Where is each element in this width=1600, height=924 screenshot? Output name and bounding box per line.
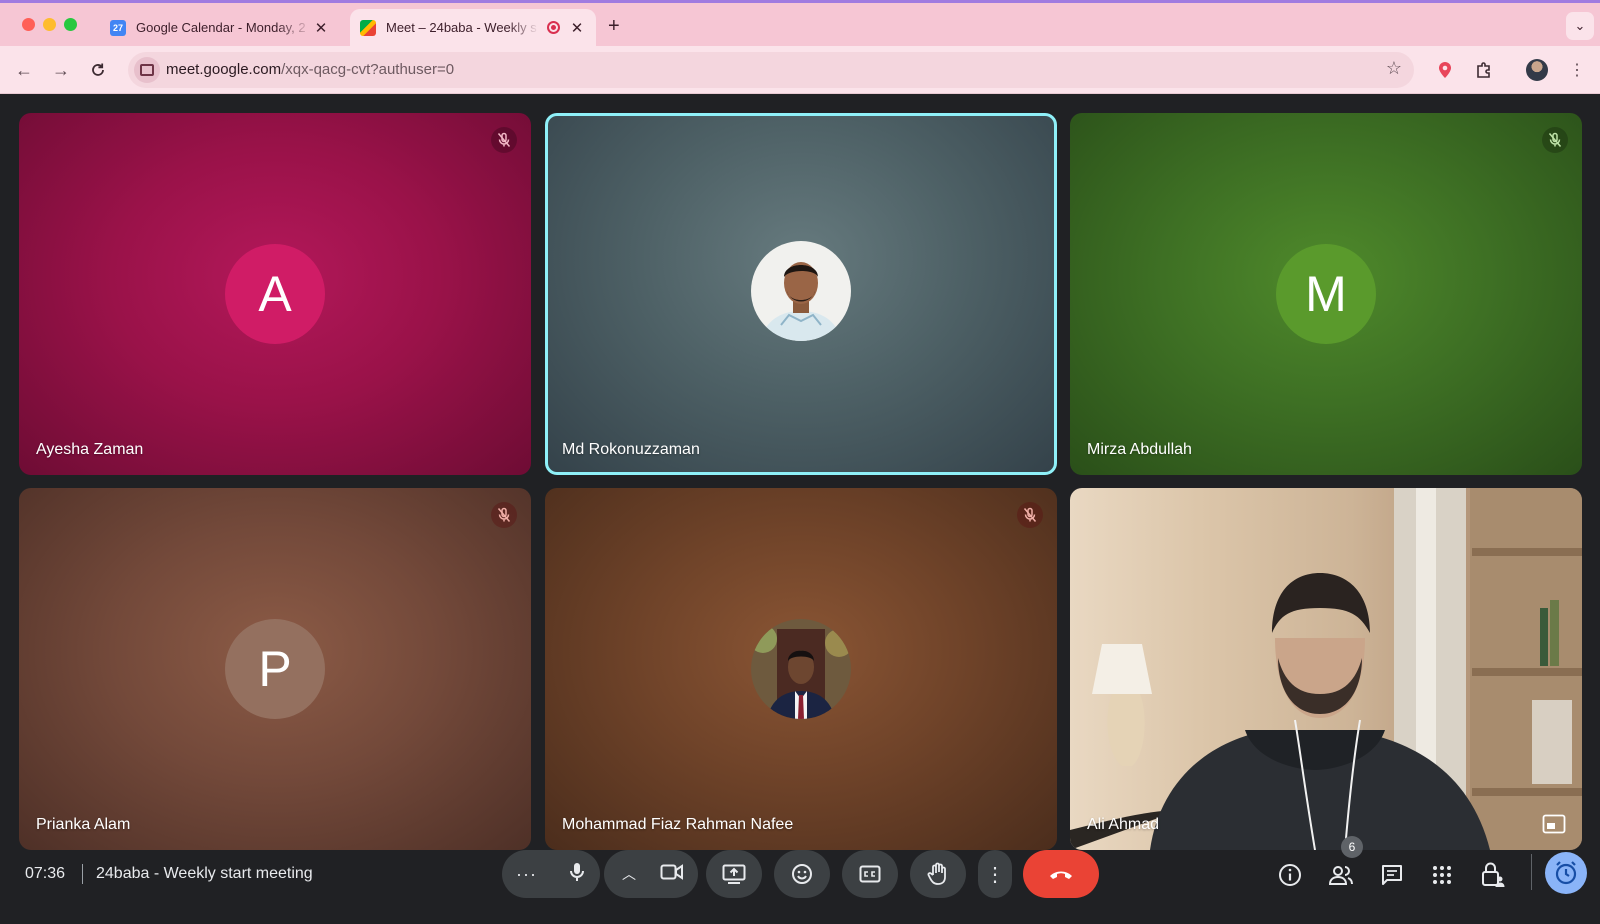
closed-captions-icon	[859, 865, 881, 883]
participant-avatar-photo	[751, 241, 851, 341]
participant-avatar-photo	[751, 619, 851, 719]
meet-icon	[360, 19, 376, 36]
address-bar[interactable]: meet.google.com/xqx-qacg-cvt?authuser=0 …	[128, 52, 1414, 88]
browser-menu-icon[interactable]: ⋮	[1565, 58, 1589, 82]
participant-name: Mohammad Fiaz Rahman Nafee	[562, 816, 794, 833]
people-button[interactable]	[1326, 860, 1356, 890]
reload-button[interactable]	[86, 58, 110, 82]
alarm-clock-icon	[1555, 861, 1577, 885]
emoji-icon	[792, 864, 812, 884]
recording-icon	[547, 21, 560, 34]
activities-timer-button[interactable]	[1545, 852, 1587, 894]
chat-button[interactable]	[1377, 860, 1407, 890]
url-text[interactable]: meet.google.com/xqx-qacg-cvt?authuser=0	[166, 61, 454, 78]
camera-button[interactable]	[660, 863, 684, 886]
more-options-button[interactable]: ⋮	[978, 850, 1012, 898]
participant-name: Mirza Abdullah	[1087, 441, 1192, 458]
tab-title: Meet – 24baba - Weekly s	[386, 20, 537, 35]
new-tab-button[interactable]: +	[608, 15, 620, 38]
participant-tile[interactable]: P Prianka Alam	[19, 488, 531, 850]
mic-off-icon	[491, 502, 517, 528]
extension-pin-icon[interactable]	[1433, 58, 1457, 82]
more-vert-icon: ⋮	[985, 863, 1005, 886]
meeting-clock: 07:36	[25, 865, 66, 882]
present-screen-button[interactable]	[706, 850, 762, 898]
participant-avatar: P	[225, 619, 325, 719]
mic-off-icon	[491, 127, 517, 153]
participant-avatar: M	[1276, 244, 1376, 344]
bookmark-star-icon[interactable]: ☆	[1386, 58, 1402, 79]
host-controls-button[interactable]	[1478, 860, 1508, 890]
close-tab-icon[interactable]: ✕	[312, 19, 330, 37]
participant-tile[interactable]: A Ayesha Zaman	[19, 113, 531, 475]
picture-in-picture-icon[interactable]	[1542, 814, 1566, 834]
reload-icon	[92, 63, 104, 76]
calendar-icon: 27	[110, 19, 126, 36]
meet-stage: A Ayesha Zaman Md Rokonuzzaman M Mirza A…	[0, 94, 1600, 924]
activities-button[interactable]	[1427, 860, 1457, 890]
browser-toolbar: ← → meet.google.com/xqx-qacg-cvt?authuse…	[0, 46, 1600, 94]
raise-hand-button[interactable]	[910, 850, 966, 898]
site-info-icon[interactable]	[134, 57, 160, 83]
chat-icon	[1382, 865, 1402, 885]
info-icon	[1279, 864, 1301, 886]
forward-button[interactable]: →	[49, 58, 73, 82]
participant-name: Ali Ahmad	[1087, 816, 1160, 833]
participant-tile[interactable]: M Mirza Abdullah	[1070, 113, 1582, 475]
mic-off-icon	[1542, 127, 1568, 153]
participant-name: Prianka Alam	[36, 816, 131, 833]
divider	[1531, 854, 1532, 890]
video-control-group: ︿	[604, 850, 698, 898]
audio-control-group: ···	[502, 850, 600, 898]
participant-tile-video[interactable]: Ali Ahmad	[1070, 488, 1582, 850]
camera-icon	[660, 863, 683, 880]
hang-up-icon	[1050, 871, 1072, 879]
lock-person-icon	[1482, 862, 1505, 887]
divider	[82, 864, 83, 884]
tab-google-meet[interactable]: Meet – 24baba - Weekly s ✕	[350, 9, 596, 46]
participant-tile-active-speaker[interactable]: Md Rokonuzzaman	[545, 113, 1057, 475]
participant-count-badge: 6	[1341, 836, 1363, 858]
meeting-details-button[interactable]	[1275, 860, 1305, 890]
url-host: meet.google.com	[166, 61, 282, 78]
reactions-button[interactable]	[774, 850, 830, 898]
tab-title: Google Calendar - Monday, 2	[136, 20, 306, 35]
participant-video	[1070, 488, 1582, 850]
participant-name: Md Rokonuzzaman	[562, 441, 700, 458]
participant-avatar: A	[225, 244, 325, 344]
audio-options-button[interactable]: ···	[516, 864, 537, 885]
minimize-window-button[interactable]	[43, 18, 56, 31]
maximize-window-button[interactable]	[64, 18, 77, 31]
close-window-button[interactable]	[22, 18, 35, 31]
back-button[interactable]: ←	[12, 58, 36, 82]
mic-off-icon	[1017, 502, 1043, 528]
captions-button[interactable]	[842, 850, 898, 898]
close-tab-icon[interactable]: ✕	[568, 19, 586, 37]
microphone-button[interactable]	[568, 861, 586, 888]
microphone-icon	[570, 862, 584, 881]
video-options-chevron-icon[interactable]: ︿	[622, 864, 636, 884]
meeting-title: 24baba - Weekly start meeting	[96, 865, 313, 882]
present-screen-icon	[722, 864, 746, 884]
participant-name: Ayesha Zaman	[36, 441, 144, 458]
url-path: /xqx-qacg-cvt?authuser=0	[281, 61, 455, 78]
tab-google-calendar[interactable]: 27 Google Calendar - Monday, 2 ✕	[100, 9, 340, 46]
tab-search-button[interactable]: ⌄	[1566, 12, 1594, 40]
people-icon	[1328, 866, 1353, 885]
leave-call-button[interactable]	[1023, 850, 1099, 898]
raise-hand-icon	[927, 862, 946, 885]
profile-avatar[interactable]	[1525, 58, 1549, 82]
tab-strip: 27 Google Calendar - Monday, 2 ✕ Meet – …	[0, 0, 1600, 46]
participant-tile[interactable]: Mohammad Fiaz Rahman Nafee	[545, 488, 1057, 850]
apps-grid-icon	[1433, 866, 1451, 884]
extensions-puzzle-icon[interactable]	[1472, 58, 1496, 82]
